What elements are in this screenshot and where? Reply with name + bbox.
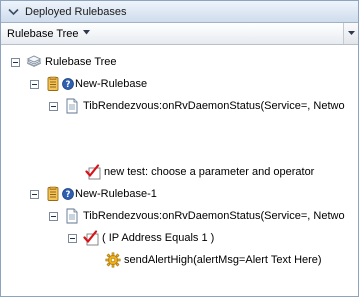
collapse-toggle-icon[interactable]	[68, 233, 77, 243]
sort-descending-icon	[82, 26, 90, 38]
document-icon	[64, 208, 80, 224]
dropdown-arrow-icon	[347, 31, 355, 35]
column-header-label: Rulebase Tree	[7, 27, 79, 40]
tree-node-rule[interactable]: TibRendezvous:onRvDaemonStatus(Service=,…	[49, 206, 345, 226]
svg-text:?: ?	[66, 190, 71, 200]
tree-node-rulebase[interactable]: ? New-Rulebase-1	[30, 184, 157, 204]
layers-icon	[26, 54, 42, 70]
tree-node-label: TibRendezvous:onRvDaemonStatus(Service=,…	[83, 100, 345, 112]
svg-text:?: ?	[66, 80, 71, 90]
tree-node-label: New-Rulebase	[75, 78, 148, 90]
column-menu-button[interactable]	[343, 23, 358, 44]
gear-action-icon	[105, 252, 121, 268]
checkmark-condition-icon	[85, 164, 101, 180]
tree-node-label: new test: choose a parameter and operato…	[104, 166, 315, 178]
tree-node-rulebase[interactable]: ? New-Rulebase	[30, 74, 147, 94]
collapse-chevron-icon[interactable]	[7, 6, 19, 18]
collapse-toggle-icon[interactable]	[30, 79, 39, 89]
collapse-toggle-icon[interactable]	[11, 57, 20, 67]
collapse-toggle-icon[interactable]	[30, 189, 39, 199]
tree-node-root[interactable]: Rulebase Tree	[11, 52, 117, 72]
tree-node-label: New-Rulebase-1	[75, 188, 157, 200]
rulebase-tree[interactable]: Rulebase Tree ? New-Rulebase TibRendezvo…	[1, 45, 358, 294]
rulebase-icon	[45, 76, 61, 92]
panel-title: Deployed Rulebases	[25, 5, 127, 18]
checkmark-condition-icon	[83, 230, 99, 246]
panel-titlebar[interactable]: Deployed Rulebases	[1, 1, 358, 23]
tree-column-header[interactable]: Rulebase Tree	[1, 23, 358, 45]
tree-node-label: sendAlertHigh(alertMsg=Alert Text Here)	[124, 254, 322, 266]
tree-node-label: ( IP Address Equals 1 )	[102, 232, 215, 244]
rulebase-icon	[45, 186, 61, 202]
tree-node-label: TibRendezvous:onRvDaemonStatus(Service=,…	[83, 210, 345, 222]
document-icon	[64, 98, 80, 114]
collapse-toggle-icon[interactable]	[49, 211, 58, 221]
tree-node-action[interactable]: sendAlertHigh(alertMsg=Alert Text Here)	[105, 250, 322, 270]
help-icon: ?	[62, 78, 74, 90]
tree-node-label: Rulebase Tree	[45, 56, 117, 68]
tree-node-condition[interactable]: ( IP Address Equals 1 )	[68, 228, 214, 248]
tree-node-rule[interactable]: TibRendezvous:onRvDaemonStatus(Service=,…	[49, 96, 345, 116]
tree-node-condition[interactable]: new test: choose a parameter and operato…	[85, 162, 314, 182]
help-icon: ?	[62, 188, 74, 200]
collapse-toggle-icon[interactable]	[49, 101, 58, 111]
deployed-rulebases-panel: Deployed Rulebases Rulebase Tree Rulebas…	[0, 0, 359, 297]
